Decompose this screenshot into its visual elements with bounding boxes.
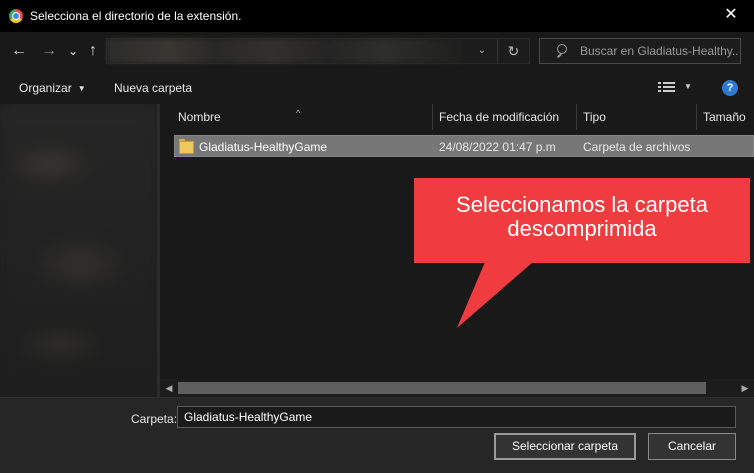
file-modified: 24/08/2022 01:47 p.m — [439, 140, 556, 154]
folder-field-label: Carpeta: — [131, 412, 178, 426]
column-header-name[interactable]: Nombre ^ — [160, 104, 433, 130]
new-folder-button[interactable]: Nueva carpeta — [114, 81, 192, 95]
close-button[interactable]: ✕ — [708, 0, 754, 32]
file-row[interactable]: Gladiatus-HealthyGame 24/08/2022 01:47 p… — [174, 135, 754, 157]
scroll-right-icon[interactable]: ▶ — [738, 379, 752, 397]
recent-locations-button[interactable]: ⌄ — [62, 40, 84, 62]
callout-text: Seleccionamos la carpeta descomprimida — [414, 193, 750, 241]
chevron-down-icon: ▼ — [77, 84, 86, 93]
search-box[interactable] — [539, 38, 741, 64]
file-name: Gladiatus-HealthyGame — [199, 140, 328, 154]
view-dropdown-icon[interactable]: ▼ — [684, 82, 692, 91]
horizontal-scrollbar[interactable]: ◀ ▶ — [160, 379, 754, 397]
navigation-bar: ← → ⌄ ↑ ⌄ ↻ — [0, 32, 754, 70]
callout-line-2: descomprimida — [507, 216, 657, 241]
address-bar[interactable]: ⌄ ↻ — [106, 38, 530, 64]
column-header-modified[interactable]: Fecha de modificación — [433, 104, 577, 130]
callout-line-1: Seleccionamos la carpeta — [456, 192, 708, 217]
refresh-button[interactable]: ↻ — [497, 39, 529, 63]
scroll-left-icon[interactable]: ◀ — [162, 379, 176, 397]
column-header-type[interactable]: Tipo — [577, 104, 697, 130]
organize-button[interactable]: Organizar ▼ — [19, 81, 86, 95]
command-toolbar: Organizar ▼ Nueva carpeta ▼ ? — [0, 70, 754, 104]
organize-label: Organizar — [19, 81, 72, 95]
blurred-path — [107, 39, 463, 63]
folder-field[interactable] — [177, 406, 736, 428]
column-header-size[interactable]: Tamaño — [697, 104, 754, 130]
file-type: Carpeta de archivos — [583, 140, 691, 154]
select-folder-button[interactable]: Seleccionar carpeta — [494, 433, 636, 460]
view-options-icon[interactable] — [658, 82, 676, 93]
navigation-pane[interactable] — [0, 104, 157, 397]
back-button[interactable]: ← — [8, 40, 30, 62]
sort-ascending-icon: ^ — [296, 108, 301, 118]
window-title: Selecciona el directorio de la extensión… — [30, 9, 242, 23]
footer-panel: Carpeta: Seleccionar carpeta Cancelar — [0, 397, 754, 473]
forward-button[interactable]: → — [38, 40, 60, 62]
up-button[interactable]: ↑ — [82, 40, 104, 62]
callout-pointer — [457, 262, 533, 328]
title-bar: Selecciona el directorio de la extensión… — [0, 0, 754, 32]
folder-icon — [179, 139, 194, 154]
chrome-app-icon — [9, 9, 23, 23]
column-name-label: Nombre — [178, 110, 221, 124]
address-dropdown-button[interactable]: ⌄ — [471, 39, 493, 63]
search-icon — [554, 43, 568, 59]
help-icon[interactable]: ? — [722, 80, 738, 96]
blurred-navigation-content — [0, 104, 157, 397]
annotation-callout: Seleccionamos la carpeta descomprimida — [414, 178, 750, 263]
search-input[interactable] — [580, 39, 738, 63]
cancel-button[interactable]: Cancelar — [648, 433, 736, 460]
scrollbar-thumb[interactable] — [178, 382, 706, 394]
